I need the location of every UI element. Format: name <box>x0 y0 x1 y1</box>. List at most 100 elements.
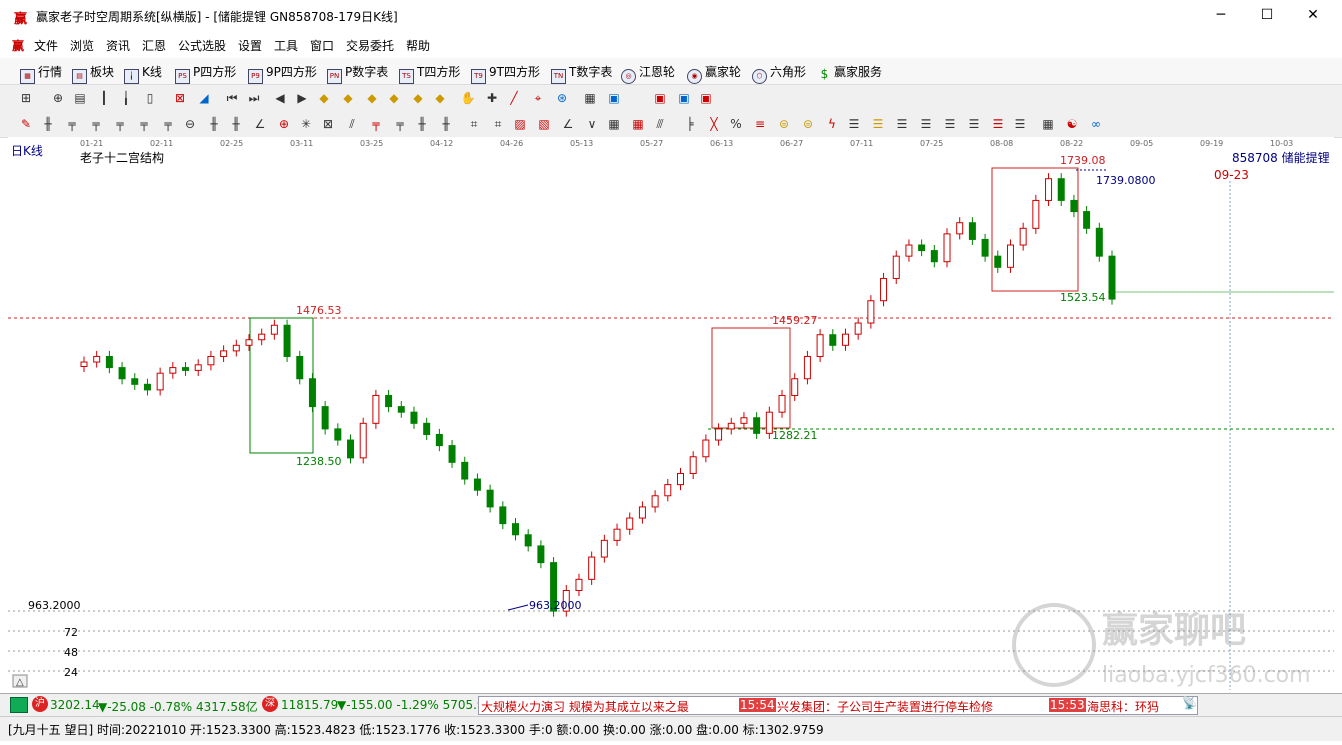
percent-icon[interactable]: % <box>728 116 744 132</box>
kline-chart[interactable]: 01-21 02-11 02-25 03-11 03-25 04-12 04-26 05-13… <box>8 137 1334 690</box>
toolbar-quotes-button[interactable]: ▦ 行情 <box>20 63 62 84</box>
frame2-icon[interactable]: ⌗ <box>490 116 506 132</box>
levels3-icon[interactable]: ☰ <box>894 116 910 132</box>
toolbar-gann-wheel-button[interactable]: ◎ 江恩轮 <box>621 63 675 84</box>
comb9-icon[interactable]: ╫ <box>438 116 454 132</box>
pen-icon[interactable]: ✎ <box>18 116 34 132</box>
comb6-icon[interactable]: ╤ <box>368 116 384 132</box>
menu-settings[interactable]: 设置 <box>238 37 262 54</box>
infinity-icon[interactable]: ∞ <box>1088 116 1104 132</box>
lines-icon[interactable]: ⫽ <box>344 116 360 132</box>
toolbar-9p-square-button[interactable]: P9 9P四方形 <box>248 63 317 84</box>
levels5-icon[interactable]: ☰ <box>942 116 958 132</box>
grid2-icon[interactable]: ▦ <box>606 116 622 132</box>
grid-lines-icon[interactable]: ╫ <box>40 116 56 132</box>
fib-icon[interactable]: ╞ <box>682 116 698 132</box>
levels8-icon[interactable]: ☰ <box>1012 116 1028 132</box>
circle-icon[interactable]: ⊖ <box>182 116 198 132</box>
diamond-4-icon[interactable]: ◆ <box>410 90 426 106</box>
diamond-right-icon[interactable]: ◆ <box>340 90 356 106</box>
diamond-up-icon[interactable]: ◆ <box>364 90 380 106</box>
levels4-icon[interactable]: ☰ <box>918 116 934 132</box>
toolbar-sector-button[interactable]: ▤ 板块 <box>72 63 114 84</box>
angle-icon[interactable]: ∠ <box>252 116 268 132</box>
table2-icon[interactable]: ▦ <box>1040 116 1056 132</box>
levels2-icon[interactable]: ☰ <box>870 116 886 132</box>
cycle-icon[interactable]: ⊛ <box>554 90 570 106</box>
yinyang-icon[interactable]: ☯ <box>1064 116 1080 132</box>
print-icon[interactable]: ▣ <box>676 90 692 106</box>
v-icon[interactable]: ∨ <box>584 116 600 132</box>
line-tool-icon[interactable]: ╱ <box>506 90 522 106</box>
layout-icon[interactable]: ⊞ <box>18 90 34 106</box>
hatched2-icon[interactable]: ▧ <box>536 116 552 132</box>
coin2-icon[interactable]: ⊜ <box>800 116 816 132</box>
menu-info[interactable]: 资讯 <box>106 37 130 54</box>
diamond-left-icon[interactable]: ◆ <box>316 90 332 106</box>
crosshair-icon[interactable]: ✚ <box>484 90 500 106</box>
minimize-button[interactable]: ─ <box>1198 4 1244 28</box>
news-item-2[interactable]: 兴发集团：子公司生产装置进行停车检修 <box>777 698 993 714</box>
parallel-icon[interactable]: ⫻ <box>652 116 668 132</box>
comb-icon[interactable]: ╤ <box>64 116 80 132</box>
calendar-icon[interactable]: ▦ <box>582 90 598 106</box>
toolbar-hexagon-button[interactable]: ⬡ 六角形 <box>752 63 806 84</box>
fan-icon[interactable]: ⌖ <box>530 90 546 106</box>
grid3-icon[interactable]: ▦ <box>630 116 646 132</box>
table-icon[interactable]: ▣ <box>606 90 622 106</box>
mark-icon[interactable]: ⊠ <box>172 90 188 106</box>
menu-window[interactable]: 窗口 <box>310 37 334 54</box>
shanghai-index-value[interactable]: 3202.14 <box>50 698 100 712</box>
comb5-icon[interactable]: ╤ <box>160 116 176 132</box>
menu-formula-select[interactable]: 公式选股 <box>178 37 226 54</box>
menu-tools[interactable]: 工具 <box>274 37 298 54</box>
comb3-icon[interactable]: ╤ <box>112 116 128 132</box>
bolt-icon[interactable]: ϟ <box>824 116 840 132</box>
comb7-icon[interactable]: ╤ <box>392 116 408 132</box>
zoom-icon[interactable]: ⊕ <box>50 90 66 106</box>
levels7-icon[interactable]: ☰ <box>990 116 1006 132</box>
diamond-down-icon[interactable]: ◆ <box>386 90 402 106</box>
coin-icon[interactable]: ⊜ <box>776 116 792 132</box>
save-icon[interactable]: ▣ <box>652 90 668 106</box>
last-icon[interactable]: ⏭ <box>246 90 262 106</box>
toolbar-service-button[interactable]: $ 赢家服务 <box>818 63 882 81</box>
prev-icon[interactable]: ◀ <box>272 90 288 106</box>
toolbar-winner-wheel-button[interactable]: ◉ 赢家轮 <box>687 63 741 84</box>
ratio-icon[interactable]: ≡ <box>752 116 768 132</box>
news-ticker[interactable]: 大规模火力演习 规模为其成立以来之最 15:54 兴发集团：子公司生产装置进行停… <box>478 696 1198 715</box>
toolbar-9t-square-button[interactable]: T9 9T四方形 <box>471 63 540 84</box>
bars-icon[interactable]: ╫ <box>206 116 222 132</box>
menu-trade[interactable]: 交易委托 <box>346 37 394 54</box>
slope-icon[interactable]: ∠ <box>560 116 576 132</box>
comb2-icon[interactable]: ╤ <box>88 116 104 132</box>
bar-chart-icon[interactable]: ┃ <box>96 90 112 106</box>
first-icon[interactable]: ⏮ <box>224 90 240 106</box>
toolbar-p-number-button[interactable]: PN P数字表 <box>327 63 388 84</box>
comb4-icon[interactable]: ╤ <box>136 116 152 132</box>
levels6-icon[interactable]: ☰ <box>966 116 982 132</box>
menu-help[interactable]: 帮助 <box>406 37 430 54</box>
bars2-icon[interactable]: ╫ <box>228 116 244 132</box>
draw-icon[interactable]: ◢ <box>196 90 212 106</box>
target-icon[interactable]: ⊕ <box>276 116 292 132</box>
next-icon[interactable]: ▶ <box>294 90 310 106</box>
cursor-icon[interactable]: ▯ <box>142 90 158 106</box>
hatched-icon[interactable]: ▨ <box>512 116 528 132</box>
fib2-icon[interactable]: ╳ <box>706 116 722 132</box>
menu-file[interactable]: 文件 <box>34 37 58 54</box>
maximize-button[interactable]: ☐ <box>1244 4 1290 28</box>
candle-icon[interactable]: ╽ <box>118 90 134 106</box>
news-item-1[interactable]: 大规模火力演习 规模为其成立以来之最 <box>481 698 689 714</box>
frame-icon[interactable]: ⌗ <box>466 116 482 132</box>
toolbar-kline-button[interactable]: ╽ K线 <box>124 63 162 84</box>
toolbar-t-number-button[interactable]: TN T数字表 <box>551 63 612 84</box>
toolbar-p-square-button[interactable]: PS P四方形 <box>175 63 236 84</box>
news-item-3[interactable]: 海思科：环犸 <box>1087 698 1159 714</box>
export-icon[interactable]: ▣ <box>698 90 714 106</box>
close-button[interactable]: ✕ <box>1290 4 1336 28</box>
diamond-5-icon[interactable]: ◆ <box>432 90 448 106</box>
menu-browse[interactable]: 浏览 <box>70 37 94 54</box>
cross-box-icon[interactable]: ⊠ <box>320 116 336 132</box>
hand-icon[interactable]: ✋ <box>460 90 476 106</box>
